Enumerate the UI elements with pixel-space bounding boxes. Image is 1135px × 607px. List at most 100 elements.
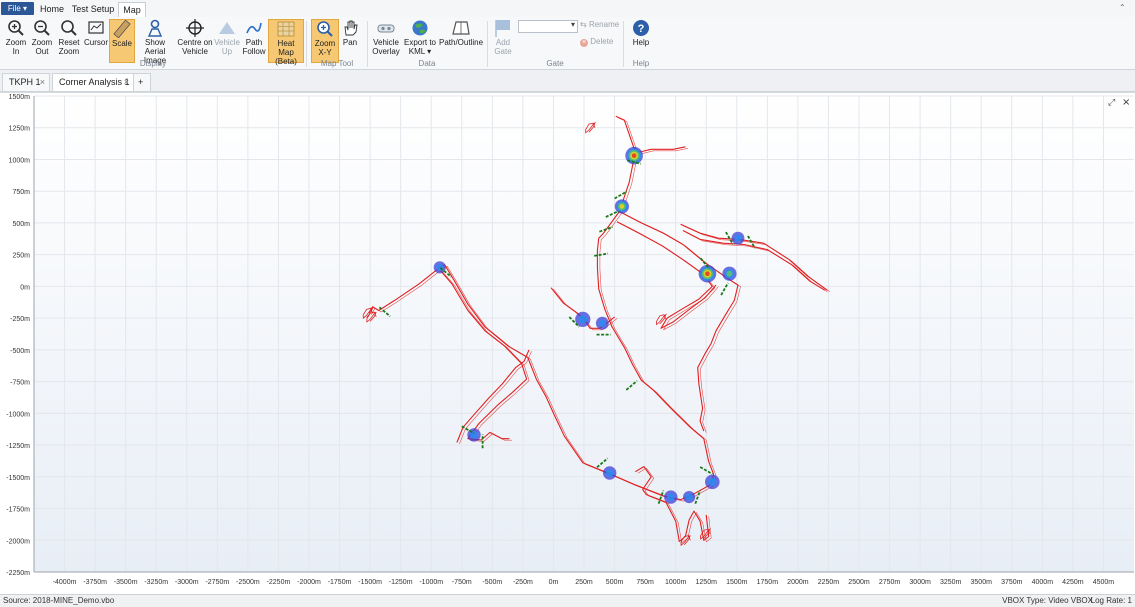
y-tick-label: 1250m [9, 126, 31, 133]
delete-icon: × [580, 39, 588, 47]
x-tick-label: -2000m [297, 579, 321, 586]
x-tick-label: 3250m [940, 579, 962, 586]
tab-test-setup[interactable]: Test Setup [71, 2, 115, 16]
x-tick-label: 3500m [971, 579, 993, 586]
map-tool-group-label: Map Tool [320, 59, 354, 68]
x-tick-label: -250m [513, 579, 533, 586]
close-icon[interactable]: × [124, 74, 129, 91]
doc-tab-tkph[interactable]: TKPH 1 × [2, 73, 50, 91]
y-tick-label: -250m [10, 316, 30, 323]
zoom-in-label: Zoom In [5, 38, 27, 56]
add-tab-button[interactable]: + [133, 73, 151, 91]
x-tick-label: 250m [575, 579, 593, 586]
heat-map-spot [734, 234, 742, 242]
y-tick-label: 750m [12, 189, 30, 196]
zoom-out-button[interactable]: Zoom Out [30, 19, 54, 61]
x-tick-label: -1750m [328, 579, 352, 586]
collapse-ribbon-icon[interactable]: ⌃ [1119, 3, 1129, 13]
x-tick-label: -1250m [389, 579, 413, 586]
heat-map-spot [666, 493, 675, 502]
x-tick-label: 3000m [909, 579, 931, 586]
status-log-rate: Log Rate: 1 [1090, 596, 1132, 605]
y-tick-label: 0m [20, 284, 30, 291]
path-outline-button[interactable]: Path/Outline [439, 19, 483, 61]
centre-on-vehicle-button[interactable]: Centre on Vehicle [177, 19, 213, 61]
status-vbox-type: VBOX Type: Video VBOX [1002, 596, 1093, 605]
x-tick-label: 500m [606, 579, 624, 586]
ribbon: Zoom In Zoom Out Reset Zoom Cursor Scale… [0, 17, 1135, 70]
y-tick-label: 250m [12, 253, 30, 260]
x-tick-label: -750m [452, 579, 472, 586]
y-tick-label: -2250m [6, 570, 30, 577]
reset-zoom-button[interactable]: Reset Zoom [56, 19, 82, 61]
x-tick-label: -3500m [114, 579, 138, 586]
help-button[interactable]: ? Help [628, 19, 654, 61]
rename-button[interactable]: ⇆ Rename [580, 20, 619, 29]
zoom-in-button[interactable]: Zoom In [4, 19, 28, 61]
vehicle-overlay-label: Vehicle Overlay [372, 38, 400, 56]
add-tab-label: + [138, 77, 144, 87]
map-plot-panel[interactable]: 1500m 1250m 1000m 750m 500m 250m 0m -250m -500m -… [0, 92, 1135, 594]
zoom-out-icon [34, 20, 50, 36]
tab-map[interactable]: Map [118, 2, 146, 18]
expand-icon[interactable]: ⤢ [1107, 98, 1115, 108]
doc-tab-corner-analysis[interactable]: Corner Analysis 1 × [52, 73, 134, 91]
x-tick-label: 750m [636, 579, 654, 586]
doc-tab-label: Corner Analysis 1 [59, 77, 130, 87]
y-tick-label: -1000m [6, 411, 30, 418]
tab-home[interactable]: Home [36, 2, 68, 16]
data-group-label: Data [418, 59, 436, 68]
y-tick-label: -500m [10, 348, 30, 355]
path-follow-icon [246, 22, 262, 34]
rename-label: Rename [588, 20, 620, 29]
flag-icon [495, 20, 510, 37]
heat-map-spot [605, 469, 614, 477]
x-tick-label: 2750m [879, 579, 901, 586]
path-follow-button[interactable]: Path Follow [242, 19, 266, 61]
close-plot-icon[interactable]: × [1122, 97, 1130, 108]
ruler-icon [113, 20, 131, 38]
close-icon[interactable]: × [40, 74, 45, 91]
y-tick-label: -750m [10, 380, 30, 387]
cursor-label: Cursor [84, 38, 109, 47]
ribbon-separator [306, 21, 307, 67]
scale-button[interactable]: Scale [109, 19, 135, 63]
add-gate-button[interactable]: Add Gate [491, 19, 515, 61]
pan-button[interactable]: Pan [340, 19, 360, 61]
x-tick-label: -1000m [419, 579, 443, 586]
show-aerial-image-button[interactable]: Show Aerial Image [135, 19, 175, 65]
scale-label: Scale [111, 39, 132, 48]
zoom-xy-label: Zoom X-Y [314, 39, 336, 57]
rename-icon: ⇆ [580, 20, 587, 29]
zoom-xy-button[interactable]: Zoom X-Y [311, 19, 339, 63]
x-tick-label: -3250m [144, 579, 168, 586]
delete-button[interactable]: × Delete [580, 37, 613, 47]
x-tick-label: -3000m [175, 579, 199, 586]
status-bar: Source: 2018-MINE_Demo.vbo VBOX Type: Vi… [0, 594, 1135, 607]
vehicle-up-button[interactable]: Vehicle Up [214, 19, 240, 61]
doc-tab-label: TKPH 1 [9, 77, 41, 87]
cursor-button[interactable]: Cursor [84, 19, 108, 61]
x-tick-labels: -4000m -3750m -3500m -3250m -3000m -2750m -250… [53, 579, 1115, 586]
map-plot[interactable]: 1500m1250m1000m750m500m250m0m-250m-500m-… [0, 93, 1135, 594]
y-tick-labels: 1500m 1250m 1000m 750m 500m 250m 0m -250m -500m -… [6, 94, 30, 577]
y-tick-label: -2000m [6, 538, 30, 545]
gate-group-label: Gate [546, 59, 564, 68]
heat-map-button[interactable]: Heat Map (Beta) [268, 19, 304, 66]
delete-label: Delete [590, 37, 614, 46]
export-kml-button[interactable]: Export to KML ▾ [403, 19, 437, 61]
svg-text:?: ? [638, 23, 645, 35]
heat-map-spot [705, 271, 710, 277]
y-tick-label: -1750m [6, 507, 30, 514]
gate-select-dropdown[interactable] [518, 20, 578, 33]
y-tick-label: 1000m [9, 157, 31, 164]
globe-icon [412, 20, 428, 36]
y-tick-label: -1250m [6, 443, 30, 450]
vehicle-overlay-button[interactable]: Vehicle Overlay [371, 19, 401, 61]
x-tick-label: -1500m [358, 579, 382, 586]
x-tick-label: -4000m [53, 579, 77, 586]
document-tabs: TKPH 1 × Corner Analysis 1 × + [0, 70, 1135, 92]
file-menu-button[interactable]: File ▾ [1, 2, 34, 15]
x-tick-label: 1250m [696, 579, 718, 586]
menu-bar: File ▾ Home Test Setup Map ⌃ [0, 0, 1135, 18]
